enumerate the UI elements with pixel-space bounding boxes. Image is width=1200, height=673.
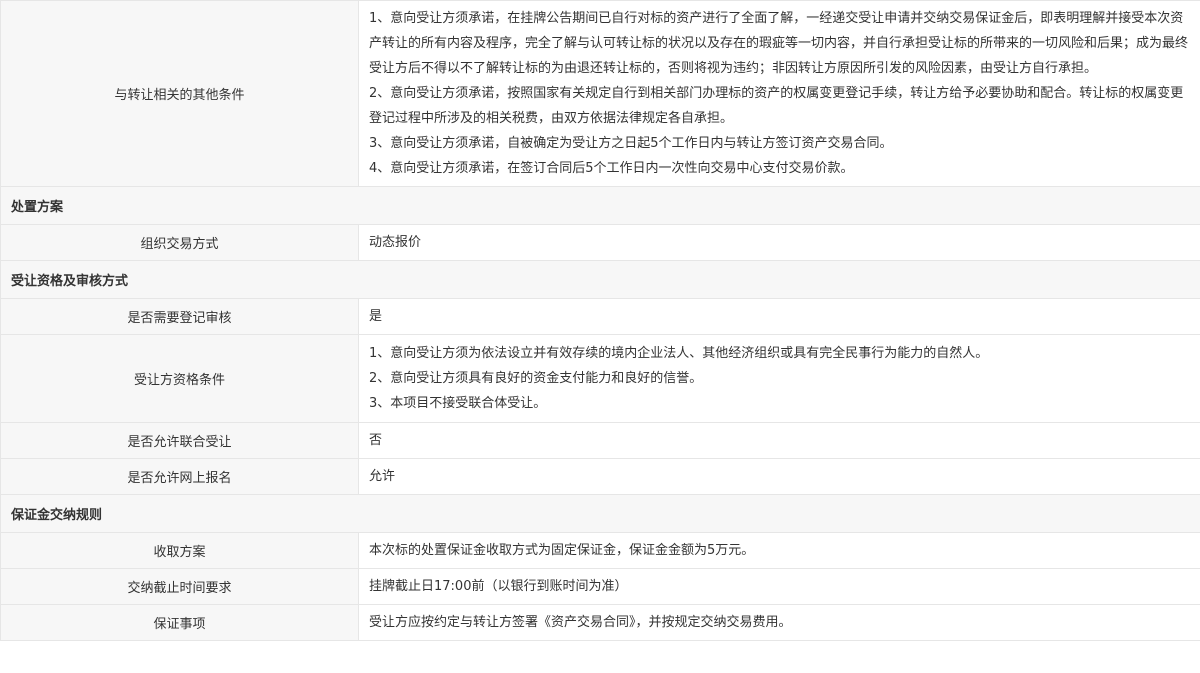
row-deposit-scheme: 收取方案 本次标的处置保证金收取方式为固定保证金，保证金金额为5万元。: [0, 532, 1200, 569]
row-other-conditions: 与转让相关的其他条件 1、意向受让方须承诺，在挂牌公告期间已自行对标的资产进行了…: [0, 0, 1200, 187]
registration-review-label: 是否需要登记审核: [0, 298, 359, 335]
deposit-scheme-value: 本次标的处置保证金收取方式为固定保证金，保证金金额为5万元。: [358, 532, 1200, 569]
other-condition-item: 3、意向受让方须承诺，自被确定为受让方之日起5个工作日内与转让方签订资产交易合同…: [369, 136, 893, 151]
section-disposal: 处置方案: [0, 186, 1200, 225]
other-condition-item: 4、意向受让方须承诺，在签订合同后5个工作日内一次性向交易中心支付交易价款。: [369, 161, 854, 176]
section-title: 受让资格及审核方式: [0, 260, 1200, 299]
section-title: 保证金交纳规则: [0, 494, 1200, 533]
listing-info-table: 与转让相关的其他条件 1、意向受让方须承诺，在挂牌公告期间已自行对标的资产进行了…: [0, 0, 1200, 641]
other-conditions-value: 1、意向受让方须承诺，在挂牌公告期间已自行对标的资产进行了全面了解，一经递交受让…: [358, 0, 1200, 187]
deposit-deadline-value: 挂牌截止日17:00前（以银行到账时间为准）: [358, 568, 1200, 605]
other-condition-item: 1、意向受让方须承诺，在挂牌公告期间已自行对标的资产进行了全面了解，一经递交受让…: [369, 11, 1189, 76]
guarantee-matters-value: 受让方应按约定与转让方签署《资产交易合同》，并按规定交纳交易费用。: [358, 604, 1200, 641]
row-online-registration: 是否允许网上报名 允许: [0, 458, 1200, 495]
row-qualification-conditions: 受让方资格条件 1、意向受让方须为依法设立并有效存续的境内企业法人、其他经济组织…: [0, 334, 1200, 423]
row-trade-method: 组织交易方式 动态报价: [0, 224, 1200, 261]
row-joint-transfer: 是否允许联合受让 否: [0, 422, 1200, 459]
qualification-condition-item: 3、本项目不接受联合体受让。: [369, 396, 547, 411]
section-qualification: 受让资格及审核方式: [0, 260, 1200, 299]
qualification-condition-item: 2、意向受让方须具有良好的资金支付能力和良好的信誉。: [369, 371, 703, 386]
qualification-conditions-value: 1、意向受让方须为依法设立并有效存续的境内企业法人、其他经济组织或具有完全民事行…: [358, 334, 1200, 423]
section-deposit: 保证金交纳规则: [0, 494, 1200, 533]
other-conditions-label: 与转让相关的其他条件: [0, 0, 359, 187]
deposit-deadline-label: 交纳截止时间要求: [0, 568, 359, 605]
online-registration-value: 允许: [358, 458, 1200, 495]
row-registration-review: 是否需要登记审核 是: [0, 298, 1200, 335]
row-guarantee-matters: 保证事项 受让方应按约定与转让方签署《资产交易合同》，并按规定交纳交易费用。: [0, 604, 1200, 641]
guarantee-matters-label: 保证事项: [0, 604, 359, 641]
qualification-condition-item: 1、意向受让方须为依法设立并有效存续的境内企业法人、其他经济组织或具有完全民事行…: [369, 346, 989, 361]
joint-transfer-label: 是否允许联合受让: [0, 422, 359, 459]
section-title: 处置方案: [0, 186, 1200, 225]
online-registration-label: 是否允许网上报名: [0, 458, 359, 495]
registration-review-value: 是: [358, 298, 1200, 335]
qualification-conditions-label: 受让方资格条件: [0, 334, 359, 423]
joint-transfer-value: 否: [358, 422, 1200, 459]
deposit-scheme-label: 收取方案: [0, 532, 359, 569]
trade-method-value: 动态报价: [358, 224, 1200, 261]
trade-method-label: 组织交易方式: [0, 224, 359, 261]
other-condition-item: 2、意向受让方须承诺，按照国家有关规定自行到相关部门办理标的资产的权属变更登记手…: [369, 86, 1184, 126]
row-deposit-deadline: 交纳截止时间要求 挂牌截止日17:00前（以银行到账时间为准）: [0, 568, 1200, 605]
